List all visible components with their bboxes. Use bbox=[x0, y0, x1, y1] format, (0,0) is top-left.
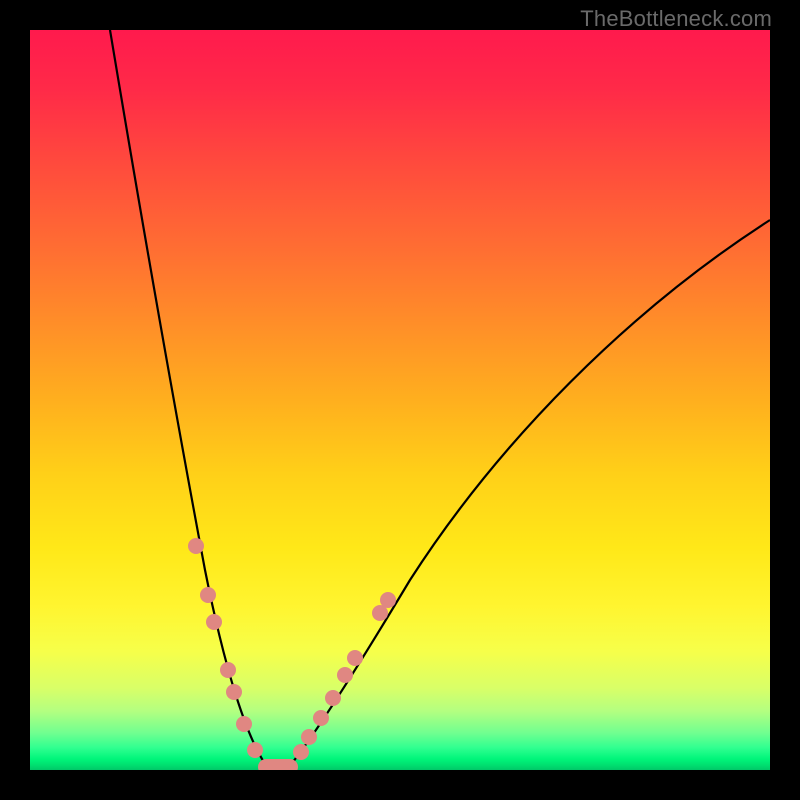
marker-dot bbox=[301, 729, 317, 745]
chart-svg bbox=[30, 30, 770, 770]
marker-pill bbox=[258, 759, 298, 770]
marker-dot bbox=[313, 710, 329, 726]
marker-dot bbox=[188, 538, 204, 554]
marker-dot bbox=[247, 742, 263, 758]
marker-dot bbox=[200, 587, 216, 603]
marker-dot bbox=[206, 614, 222, 630]
right-branch-curve bbox=[288, 220, 770, 768]
marker-dot bbox=[325, 690, 341, 706]
marker-dot bbox=[226, 684, 242, 700]
marker-dot bbox=[380, 592, 396, 608]
marker-dot bbox=[347, 650, 363, 666]
left-branch-curve bbox=[110, 30, 268, 768]
marker-dot bbox=[220, 662, 236, 678]
marker-dot bbox=[293, 744, 309, 760]
marker-dot bbox=[236, 716, 252, 732]
marker-dot bbox=[337, 667, 353, 683]
plot-area bbox=[30, 30, 770, 770]
watermark-text: TheBottleneck.com bbox=[580, 6, 772, 32]
chart-container: TheBottleneck.com bbox=[0, 0, 800, 800]
